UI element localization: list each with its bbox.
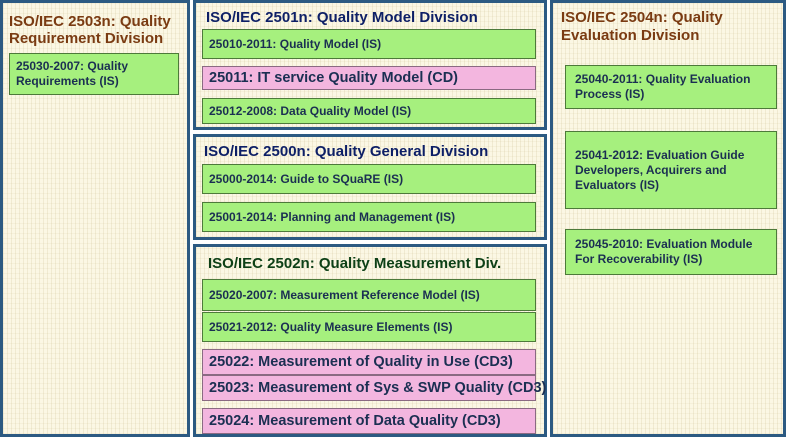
standard-25030: 25030-2007: Quality Requirements (IS) — [9, 53, 179, 95]
standard-25023: 25023: Measurement of Sys & SWP Quality … — [202, 375, 546, 401]
standard-25020: 25020-2007: Measurement Reference Model … — [202, 279, 536, 311]
quality-model-division: ISO/IEC 2501n: Quality Model Division 25… — [193, 0, 547, 130]
division-title: ISO/IEC 2500n: Quality General Division — [204, 143, 489, 160]
quality-requirement-division: ISO/IEC 2503n: Quality Requirement Divis… — [0, 0, 190, 437]
standard-25000: 25000-2014: Guide to SQuaRE (IS) — [202, 164, 536, 194]
division-title: ISO/IEC 2504n: Quality Evaluation Divisi… — [561, 9, 723, 44]
quality-general-division: ISO/IEC 2500n: Quality General Division … — [193, 134, 547, 240]
standard-25045: 25045-2010: Evaluation Module For Recove… — [565, 229, 777, 275]
standard-25022: 25022: Measurement of Quality in Use (CD… — [202, 349, 536, 375]
standard-25040: 25040-2011: Quality Evaluation Process (… — [565, 65, 777, 109]
standard-25012: 25012-2008: Data Quality Model (IS) — [202, 98, 536, 124]
standard-25041: 25041-2012: Evaluation Guide Developers,… — [565, 131, 777, 209]
division-title: ISO/IEC 2502n: Quality Measurement Div. — [208, 255, 502, 272]
standard-25010: 25010-2011: Quality Model (IS) — [202, 29, 536, 59]
standard-25024: 25024: Measurement of Data Quality (CD3) — [202, 408, 536, 434]
standard-25011: 25011: IT service Quality Model (CD) — [202, 66, 536, 90]
quality-measurement-division: ISO/IEC 2502n: Quality Measurement Div. … — [193, 244, 547, 437]
division-title: ISO/IEC 2503n: Quality Requirement Divis… — [9, 13, 171, 47]
division-title: ISO/IEC 2501n: Quality Model Division — [206, 9, 478, 26]
standard-25001: 25001-2014: Planning and Management (IS) — [202, 202, 536, 232]
standard-25021: 25021-2012: Quality Measure Elements (IS… — [202, 312, 536, 342]
quality-evaluation-division: ISO/IEC 2504n: Quality Evaluation Divisi… — [550, 0, 786, 437]
